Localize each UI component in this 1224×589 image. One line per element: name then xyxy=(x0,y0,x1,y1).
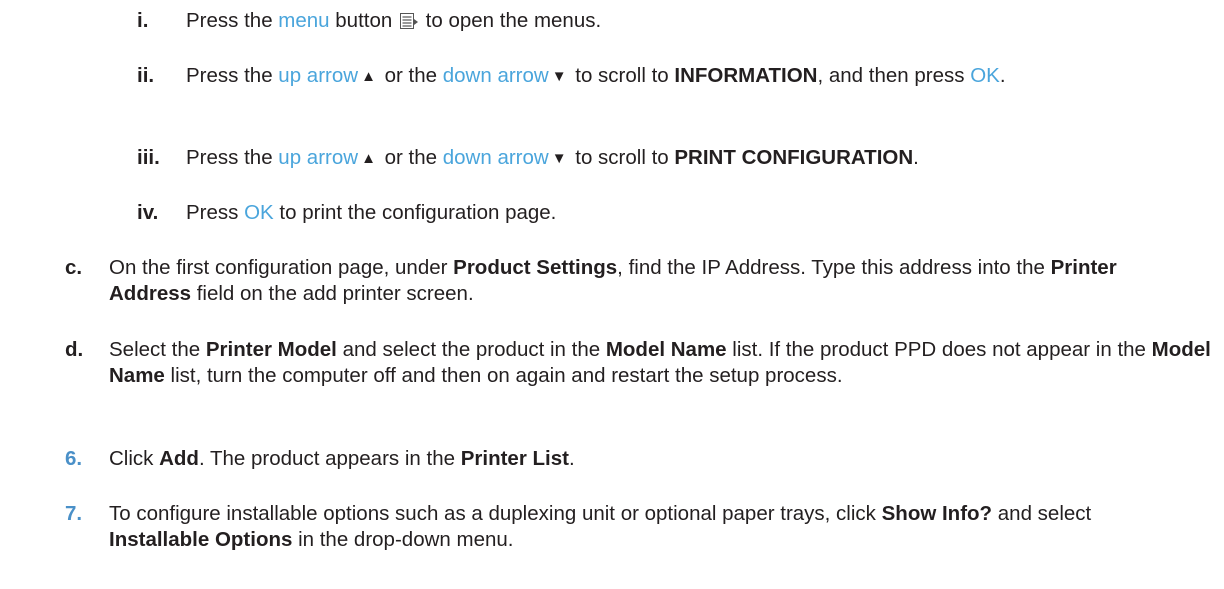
up-arrow-icon: ▲ xyxy=(361,68,376,85)
step-6-text: Click Add. The product appears in the Pr… xyxy=(109,447,575,470)
step-7-text: To configure installable options such as… xyxy=(109,502,1092,551)
up-arrow-link[interactable]: up arrow xyxy=(278,146,358,169)
menu-link[interactable]: menu xyxy=(278,9,329,32)
down-arrow-icon: ▼ xyxy=(551,150,567,167)
step-ii-marker: ii. xyxy=(137,64,155,87)
printer-model-term: Printer Model xyxy=(205,338,337,361)
down-arrow-link[interactable]: down arrow xyxy=(443,64,549,87)
step-d-marker: d. xyxy=(65,338,84,361)
menu-button-icon xyxy=(399,10,418,29)
up-arrow-link[interactable]: up arrow xyxy=(278,64,358,87)
step-i-marker: i. xyxy=(137,9,149,32)
step-7-marker: 7. xyxy=(65,502,83,525)
product-settings-term: Product Settings xyxy=(453,256,618,279)
ok-link[interactable]: OK xyxy=(970,64,1000,87)
model-name-term: Model Name xyxy=(605,338,727,361)
up-arrow-icon: ▲ xyxy=(361,150,376,167)
step-iii-text: Press the up arrow ▲ or the down arrow ▼ t… xyxy=(186,145,1224,172)
step-ii-text: Press the up arrow ▲ or the down arrow ▼ t… xyxy=(186,63,1224,90)
document-page: { "steps": { "i": { "marker": "i.", "t1"… xyxy=(0,0,1224,589)
print-configuration-term: PRINT CONFIGURATION xyxy=(674,146,914,169)
add-term: Add xyxy=(159,447,199,470)
step-c-marker: c. xyxy=(65,256,83,279)
step-c-text: On the first configuration page, under P… xyxy=(109,256,1117,305)
show-info-term: Show Info? xyxy=(881,502,993,525)
ok-link[interactable]: OK xyxy=(244,201,274,224)
printer-list-term: Printer List xyxy=(460,447,569,470)
down-arrow-link[interactable]: down arrow xyxy=(443,146,549,169)
step-iii-marker: iii. xyxy=(137,146,160,169)
down-arrow-icon: ▼ xyxy=(551,68,567,85)
step-iv-marker: iv. xyxy=(137,201,159,224)
step-i-text: Press the menu button to open the menus. xyxy=(186,9,602,32)
information-term: INFORMATION xyxy=(674,64,818,87)
step-d-text: Select the Printer Model and select the … xyxy=(109,338,1211,387)
step-6-marker: 6. xyxy=(65,447,83,470)
step-iv-text: Press OK to print the configuration page… xyxy=(186,201,557,224)
installable-options-term: Installable Options xyxy=(109,528,293,551)
